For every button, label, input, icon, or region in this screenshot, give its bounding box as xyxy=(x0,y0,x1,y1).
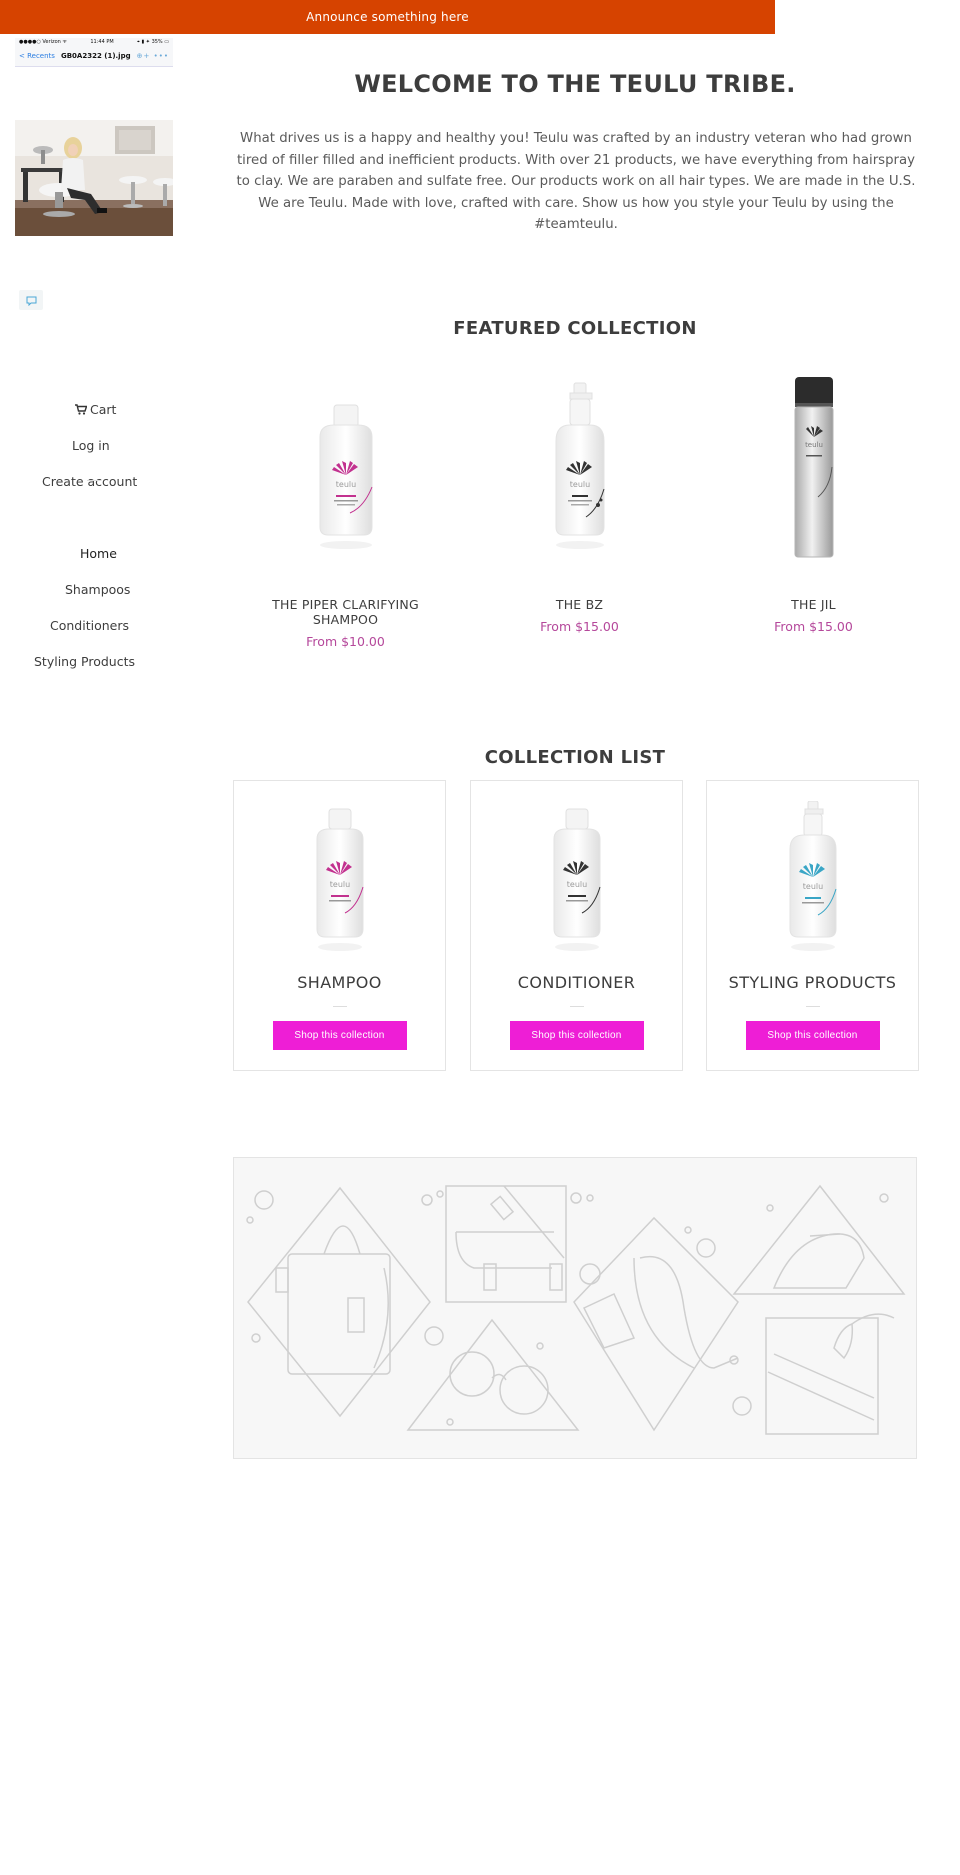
collection-list-title: COLLECTION LIST xyxy=(484,747,666,768)
svg-text:teulu: teulu xyxy=(802,882,822,891)
collection-title[interactable]: SHAMPOO xyxy=(234,973,445,992)
product-image[interactable]: teulu xyxy=(238,365,453,575)
chat-bubble-icon xyxy=(26,291,37,310)
svg-text:teulu: teulu xyxy=(566,880,586,889)
phone-filename: GB0A2322 (1).jpg xyxy=(60,52,131,60)
sidebar-item-styling-products[interactable]: Styling Products xyxy=(34,654,135,669)
welcome-text: What drives us is a happy and healthy yo… xyxy=(236,131,916,232)
login-link[interactable]: Log in xyxy=(72,438,110,453)
phone-back-link: < Recents xyxy=(19,52,55,60)
svg-text:teulu: teulu xyxy=(335,480,355,489)
sidebar-item-home[interactable]: Home xyxy=(80,546,117,561)
featured-collection-title: FEATURED COLLECTION xyxy=(453,318,697,339)
collection-card[interactable]: teulu SHAMPOO Shop this collection xyxy=(233,780,446,1071)
product-price: From $10.00 xyxy=(306,634,385,649)
collection-card[interactable]: teulu CONDITIONER Shop this collection xyxy=(470,780,683,1071)
phone-battery: ⌖ ▮ ✦ 35% ▭ xyxy=(137,39,169,45)
product-price: From $15.00 xyxy=(774,619,853,634)
shop-collection-button[interactable]: Shop this collection xyxy=(509,1021,644,1050)
chat-button[interactable] xyxy=(19,290,43,310)
product-image[interactable]: teulu xyxy=(472,365,687,575)
collection-divider xyxy=(332,1006,347,1007)
phone-actions: ⊕+ ••• xyxy=(136,52,169,60)
announcement-text: Announce something here xyxy=(306,10,469,24)
svg-text:teulu: teulu xyxy=(805,441,823,449)
product-card[interactable]: teulu THE JIL From $15.00 xyxy=(706,365,921,634)
product-card[interactable]: teulu THE BZ From $15.00 xyxy=(472,365,687,634)
product-title[interactable]: THE BZ xyxy=(472,597,687,612)
image-placeholder xyxy=(233,1157,917,1459)
shop-collection-button[interactable]: Shop this collection xyxy=(745,1021,880,1050)
collection-card[interactable]: teulu STYLING PRODUCTS Shop this collect… xyxy=(706,780,919,1071)
product-title[interactable]: THE PIPER CLARIFYING SHAMPOO xyxy=(238,597,453,627)
welcome-title: WELCOME TO THE TEULU TRIBE. xyxy=(354,70,796,98)
svg-text:teulu: teulu xyxy=(329,880,349,889)
create-account-link[interactable]: Create account xyxy=(42,474,137,489)
collection-title[interactable]: STYLING PRODUCTS xyxy=(707,973,918,992)
salon-photo xyxy=(15,120,173,236)
phone-status-bar: ●●●●○ Verizon ᯤ 11:44 PM ⌖ ▮ ✦ 35% ▭ xyxy=(15,38,173,46)
sidebar-item-conditioners[interactable]: Conditioners xyxy=(50,618,129,633)
sidebar-divider xyxy=(87,480,101,481)
cart-label: Cart xyxy=(90,402,117,417)
phone-carrier: ●●●●○ Verizon ᯤ xyxy=(19,39,67,45)
product-image[interactable]: teulu xyxy=(706,365,921,575)
collection-image[interactable]: teulu xyxy=(471,781,682,961)
svg-text:teulu: teulu xyxy=(569,480,589,489)
cart-icon xyxy=(75,403,88,418)
collection-divider xyxy=(569,1006,584,1007)
announcement-bar: Announce something here xyxy=(0,0,775,34)
phone-time: 11:44 PM xyxy=(90,39,114,45)
shop-collection-button[interactable]: Shop this collection xyxy=(272,1021,407,1050)
phone-nav-bar: < Recents GB0A2322 (1).jpg ⊕+ ••• xyxy=(15,46,173,66)
sidebar-logo-image[interactable]: ●●●●○ Verizon ᯤ 11:44 PM ⌖ ▮ ✦ 35% ▭ < R… xyxy=(15,38,173,67)
collection-divider xyxy=(805,1006,820,1007)
product-price: From $15.00 xyxy=(540,619,619,634)
product-card[interactable]: teulu THE PIPER CLARIFYING SHAMPOO From … xyxy=(238,365,453,649)
sidebar-item-shampoos[interactable]: Shampoos xyxy=(65,582,130,597)
cart-link[interactable]: Cart xyxy=(75,402,116,418)
collection-title[interactable]: CONDITIONER xyxy=(471,973,682,992)
collection-image[interactable]: teulu xyxy=(707,781,918,961)
product-title[interactable]: THE JIL xyxy=(706,597,921,612)
collection-image[interactable]: teulu xyxy=(234,781,445,961)
